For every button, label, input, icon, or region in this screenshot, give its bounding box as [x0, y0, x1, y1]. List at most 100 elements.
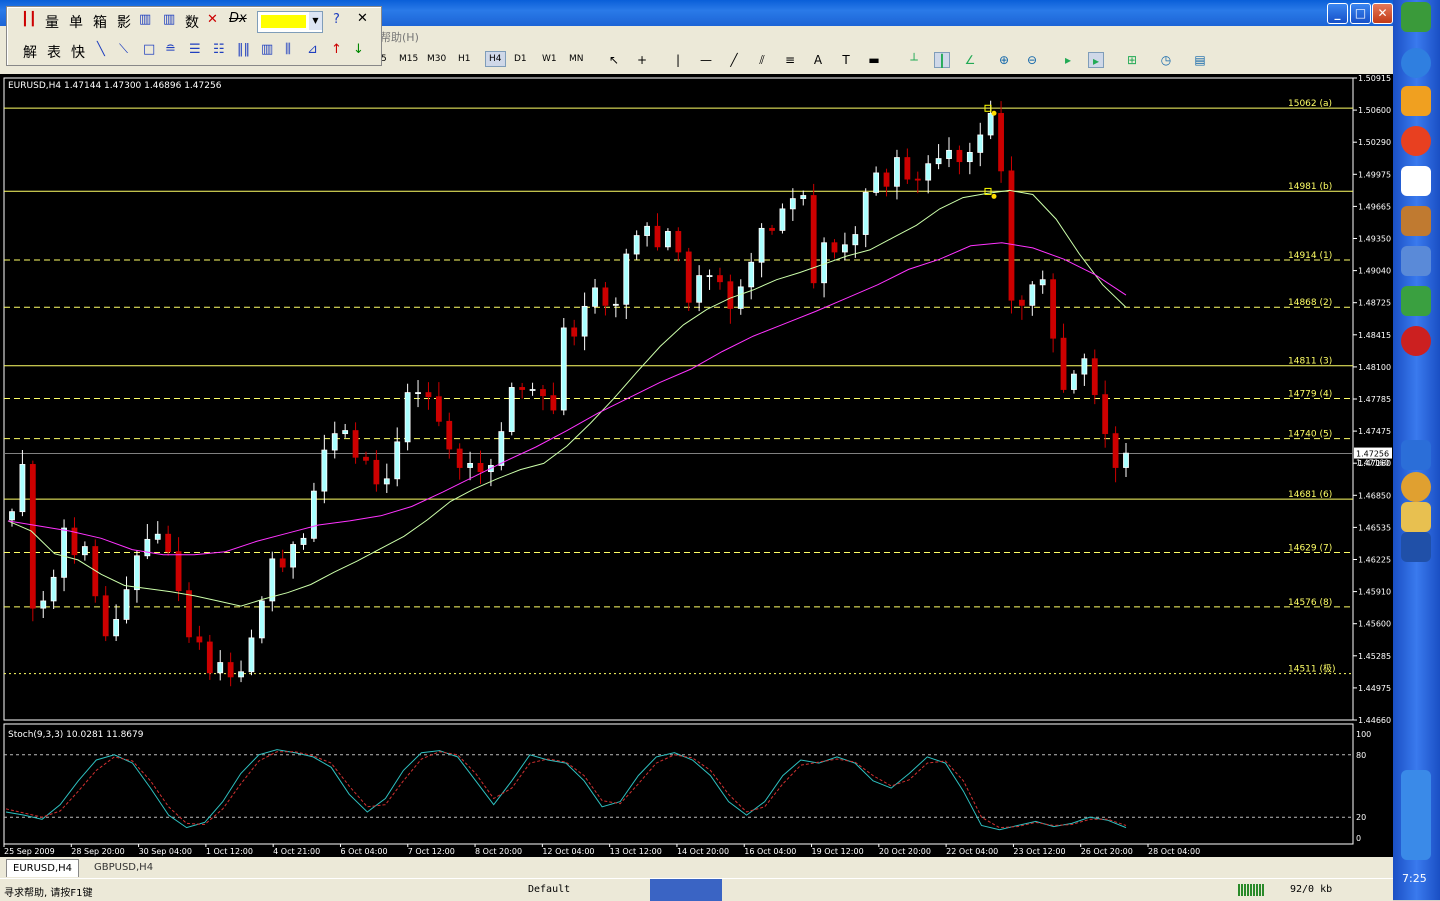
app-icon-8[interactable] — [1401, 472, 1431, 502]
menu-help[interactable]: 帮助(H) — [380, 29, 419, 45]
line-chart-icon[interactable]: ∠ — [962, 52, 978, 68]
candle-body — [144, 538, 151, 557]
tab-gbpusd[interactable]: GBPUSD,H4 — [88, 859, 159, 876]
dx-icon[interactable]: Dx — [229, 11, 247, 26]
periods-icon[interactable]: ◷ — [1158, 52, 1174, 68]
histogram-icon[interactable]: ▥ — [163, 12, 175, 27]
folder-icon[interactable] — [1401, 502, 1431, 532]
ft-r1-4[interactable]: 数 — [185, 12, 199, 32]
x-tick-label: 28 Sep 20:00 — [71, 847, 124, 856]
app-icon-7[interactable] — [1401, 440, 1431, 470]
messenger-icon[interactable] — [1401, 286, 1431, 316]
templates-icon[interactable]: ▤ — [1192, 52, 1208, 68]
bar-chart-icon[interactable]: ┴ — [906, 52, 922, 68]
trendline-icon[interactable]: ╱ — [726, 52, 742, 68]
ft-r2-2[interactable]: 快 — [71, 42, 85, 62]
candle-body — [206, 641, 213, 674]
candle-body — [914, 178, 921, 181]
candle-body — [238, 671, 244, 678]
ie-icon[interactable] — [1401, 48, 1431, 78]
cycle-lines-icon[interactable]: ‖‖ — [237, 42, 250, 57]
rectangle-icon[interactable]: □ — [143, 42, 155, 57]
fan-icon[interactable]: ⊿ — [307, 42, 318, 57]
ft-r1-2[interactable]: 箱 — [93, 12, 107, 32]
candle-body — [477, 463, 484, 473]
arrow-up-icon[interactable]: ↑ — [331, 42, 342, 57]
input-tools[interactable] — [650, 879, 722, 901]
chevron-down-icon[interactable]: ▼ — [309, 12, 322, 30]
line-tool-icon[interactable]: ╲ — [97, 42, 105, 57]
candle-body — [435, 396, 442, 422]
timeframe-h4[interactable]: H4 — [485, 51, 506, 67]
fib-levels-icon[interactable]: ☷ — [213, 42, 225, 57]
grid-icon[interactable]: ⫼ — [285, 42, 291, 57]
auto-scroll-icon[interactable]: ▸ — [1060, 52, 1076, 68]
app-icon-4[interactable] — [1401, 206, 1431, 236]
fibonacci-icon[interactable]: ≡ — [782, 52, 798, 68]
help-icon[interactable]: ? — [333, 12, 340, 27]
timeframe-m30[interactable]: M30 — [427, 54, 446, 64]
indicators-icon[interactable]: ⊞ — [1124, 52, 1140, 68]
app-icon-1[interactable] — [1401, 86, 1431, 116]
word-icon[interactable] — [1401, 532, 1431, 562]
minimize-button[interactable]: _ — [1327, 3, 1348, 24]
candle-body — [925, 163, 932, 181]
chart-canvas[interactable]: 15062 (a) 14981 (b) 14914 (1) 14868 (2) 1481… — [0, 74, 1393, 857]
zoom-out-icon[interactable]: ⊖ — [1024, 52, 1040, 68]
y-tick-label: 1.48415 — [1358, 331, 1391, 340]
text-icon[interactable]: A — [810, 52, 826, 68]
crosshair-icon[interactable]: + — [634, 52, 650, 68]
app-icon-3[interactable] — [1401, 166, 1431, 196]
maximize-button[interactable]: □ — [1350, 3, 1371, 24]
x-tick-label: 30 Sep 04:00 — [139, 847, 192, 856]
swing-dot — [991, 110, 997, 116]
vertical-line-icon[interactable]: | — [670, 52, 686, 68]
timeframe-h1[interactable]: H1 — [458, 54, 471, 64]
fib-retrace-icon[interactable]: ☰ — [189, 42, 201, 57]
channel-icon[interactable]: ≘ — [165, 42, 176, 57]
candle-body — [966, 152, 973, 163]
ft-r1-0[interactable]: 量 — [45, 12, 59, 32]
chart-window[interactable]: 15062 (a) 14981 (b) 14914 (1) 14868 (2) 1481… — [0, 74, 1393, 857]
horizontal-line-icon[interactable]: — — [698, 52, 714, 68]
tab-eurusd[interactable]: EURUSD,H4 — [6, 859, 80, 877]
ft-r1-1[interactable]: 单 — [69, 12, 83, 32]
arrow-label-icon[interactable]: ▬ — [866, 52, 882, 68]
ft-r2-1[interactable]: 表 — [47, 42, 61, 62]
bars-icon[interactable]: ┃┃ — [21, 12, 37, 27]
toolbar-close-icon[interactable]: ✕ — [357, 11, 368, 26]
zoom-in-icon[interactable]: ⊕ — [996, 52, 1012, 68]
candle-body — [956, 149, 963, 163]
equidistant-channel-icon[interactable]: ⫽ — [754, 52, 770, 68]
candle-body — [612, 303, 619, 306]
timeframe-d1[interactable]: D1 — [514, 54, 527, 64]
close-button[interactable]: ✕ — [1372, 3, 1393, 24]
timeframe-mn[interactable]: MN — [569, 54, 584, 64]
x-tick-label: 25 Sep 2009 — [4, 847, 55, 856]
arrow-down-icon[interactable]: ↓ — [353, 42, 364, 57]
text-label-icon[interactable]: T — [838, 52, 854, 68]
cursor-icon[interactable]: ↖ — [606, 52, 622, 68]
start-icon[interactable] — [1401, 2, 1431, 32]
app-icon-6[interactable] — [1401, 326, 1431, 356]
timeframe-w1[interactable]: W1 — [542, 54, 557, 64]
cross-icon[interactable]: ✕ — [207, 12, 218, 27]
candle-body — [841, 244, 848, 253]
ft-r2-0[interactable]: 解 — [23, 42, 37, 62]
candlestick-chart-icon[interactable]: ┃ — [934, 52, 950, 68]
chart-shift-icon[interactable]: ▸ — [1088, 52, 1104, 68]
double-line-icon[interactable]: ⟍ — [119, 42, 128, 57]
candle-body — [852, 234, 859, 246]
app-icon-5[interactable] — [1401, 246, 1431, 276]
status-help: 寻求帮助, 请按F1键 — [4, 888, 93, 899]
candle-body — [269, 558, 276, 602]
swing-dot — [991, 193, 997, 199]
timeframe-m15[interactable]: M15 — [399, 54, 418, 64]
period-lines-icon[interactable]: ▥ — [261, 42, 273, 57]
y-tick-label: 1.47785 — [1358, 395, 1391, 404]
app-icon-2[interactable] — [1401, 126, 1431, 156]
volume-bars-icon[interactable]: ▥ — [139, 12, 151, 27]
candle-body — [873, 172, 880, 193]
ft-r1-3[interactable]: 影 — [117, 12, 131, 32]
color-picker[interactable]: ▼ — [257, 11, 323, 33]
